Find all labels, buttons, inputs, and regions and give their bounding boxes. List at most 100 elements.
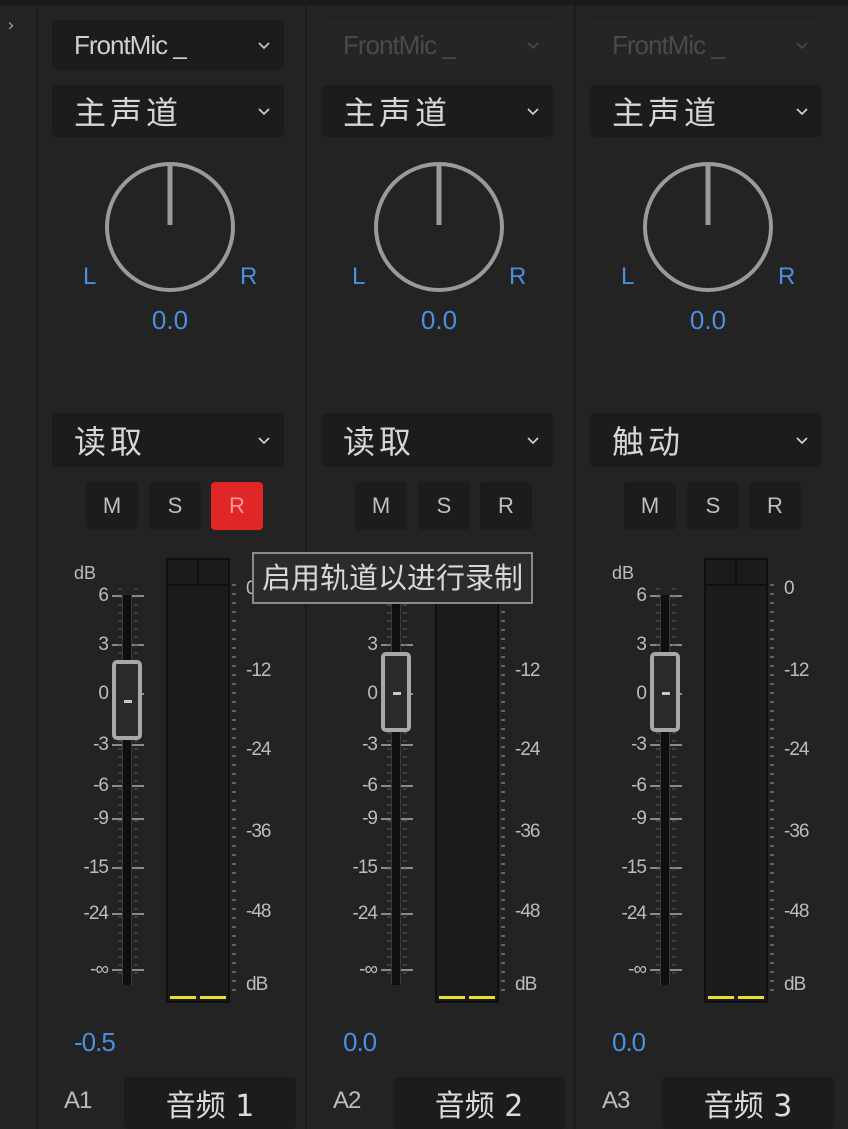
record-tooltip: 启用轨道以进行录制 [252,552,534,604]
fader-scale-label: 0 [636,683,647,704]
channel-strip-a3: FrontMic _ 主声道 L R 0.0 触动 M S RdB 6 3 0 -3 -6 -9-… [576,5,844,1129]
mute-button[interactable]: M [624,482,676,530]
pan-knob-area: L R 0.0 [78,145,278,345]
peak-indicator[interactable] [706,560,766,586]
fader-scale-label: -6 [93,775,109,796]
level-meter [166,558,230,1003]
automation-mode-select[interactable]: 读取 [321,413,553,467]
pan-knob-area: L R 0.0 [347,145,547,345]
fader-scale-label: -9 [93,808,109,829]
meter-scale-label: -36 [515,821,540,842]
chevron-right-icon[interactable]: › [0,14,22,38]
mute-button[interactable]: M [86,482,138,530]
mute-button[interactable]: M [355,482,407,530]
volume-fader-handle[interactable] [381,652,411,732]
meter-level-left [170,996,196,999]
track-name[interactable]: 音频 2 [393,1077,565,1129]
track-name[interactable]: 音频 1 [124,1077,296,1129]
fader-scale-label: 6 [98,585,109,606]
pan-value[interactable]: 0.0 [70,305,270,336]
fader-scale-label: 3 [367,634,378,655]
meter-scale-label: -12 [515,660,540,681]
pan-left-label: L [621,263,635,290]
fader-scale-label: 3 [636,634,647,655]
track-name[interactable]: 音频 3 [662,1077,834,1129]
channel-divider [574,5,576,1129]
fader-scale-label: -15 [621,857,647,878]
fader-scale-label: -∞ [359,959,378,980]
fader-scale-label: -15 [83,857,109,878]
meter-scale-label: -24 [784,739,809,760]
fader-scale-unit: dB [74,563,97,583]
pan-right-label: R [240,263,258,290]
meter-scale-label: 0 [784,578,795,599]
chevron-down-icon [796,42,808,50]
input-select-label: FrontMic _ [612,29,725,60]
meter-level-right [738,996,764,999]
meter-scale-label: dB [515,974,537,995]
chevron-down-icon [796,108,808,116]
fader-scale-label: -24 [352,903,378,924]
fader-scale-label: -3 [93,734,109,755]
channel-type-label: 主声道 [343,94,452,132]
input-select: FrontMic _ [590,20,822,70]
input-select-label: FrontMic _ [343,29,456,60]
fader-scale-label: -9 [362,808,378,829]
fader-value[interactable]: 0.0 [612,1027,646,1058]
automation-mode-select[interactable]: 触动 [590,413,822,467]
meter-scale-label: -24 [515,739,540,760]
automation-mode-label: 触动 [612,423,685,461]
fader-value[interactable]: -0.5 [74,1027,116,1058]
pan-right-label: R [778,263,796,290]
fader-scale-label: -15 [352,857,378,878]
meter-scale-label: -36 [246,821,271,842]
fader-value[interactable]: 0.0 [343,1027,377,1058]
channel-type-select[interactable]: 主声道 [52,85,284,137]
pan-value[interactable]: 0.0 [608,305,808,336]
volume-fader-handle[interactable] [112,660,142,740]
input-select: FrontMic _ [321,20,553,70]
fader-scale-label: 0 [367,683,378,704]
meter-ticks [501,584,505,991]
fader-scale-unit: dB [612,563,635,583]
meter-scale-label: -36 [784,821,809,842]
meter-level-right [200,996,226,999]
meter-level-left [708,996,734,999]
solo-button[interactable]: S [687,482,739,530]
meter-scale-label: dB [246,974,268,995]
fader-scale-label: -24 [83,903,109,924]
input-select[interactable]: FrontMic _ [52,20,284,70]
chevron-down-icon [527,42,539,50]
fader-scale-label: -6 [362,775,378,796]
channel-type-label: 主声道 [74,94,183,132]
fader-scale-label: 6 [636,585,647,606]
record-enable-button[interactable]: R [211,482,263,530]
track-id: A2 [333,1087,361,1114]
channel-type-label: 主声道 [612,94,721,132]
automation-mode-label: 读取 [343,423,416,461]
meter-scale-label: -48 [784,901,809,922]
fader-scale-label: -∞ [90,959,109,980]
fader-track[interactable] [122,595,132,985]
pan-value[interactable]: 0.0 [339,305,539,336]
fader-scale-label: -6 [631,775,647,796]
meter-ticks [770,584,774,991]
meter-scale-label: -12 [784,660,809,681]
peak-indicator[interactable] [168,560,228,586]
channel-type-select[interactable]: 主声道 [590,85,822,137]
automation-mode-select[interactable]: 读取 [52,413,284,467]
fader-scale-label: 3 [98,634,109,655]
chevron-down-icon [258,437,270,445]
solo-button[interactable]: S [149,482,201,530]
chevron-down-icon [258,42,270,50]
record-enable-button[interactable]: R [749,482,801,530]
fader-scale-label: -3 [631,734,647,755]
fader-scale-label: -24 [621,903,647,924]
solo-button[interactable]: S [418,482,470,530]
track-id: A3 [602,1087,630,1114]
channel-type-select[interactable]: 主声道 [321,85,553,137]
chevron-down-icon [796,437,808,445]
volume-fader-handle[interactable] [650,652,680,732]
record-enable-button[interactable]: R [480,482,532,530]
pan-right-label: R [509,263,527,290]
